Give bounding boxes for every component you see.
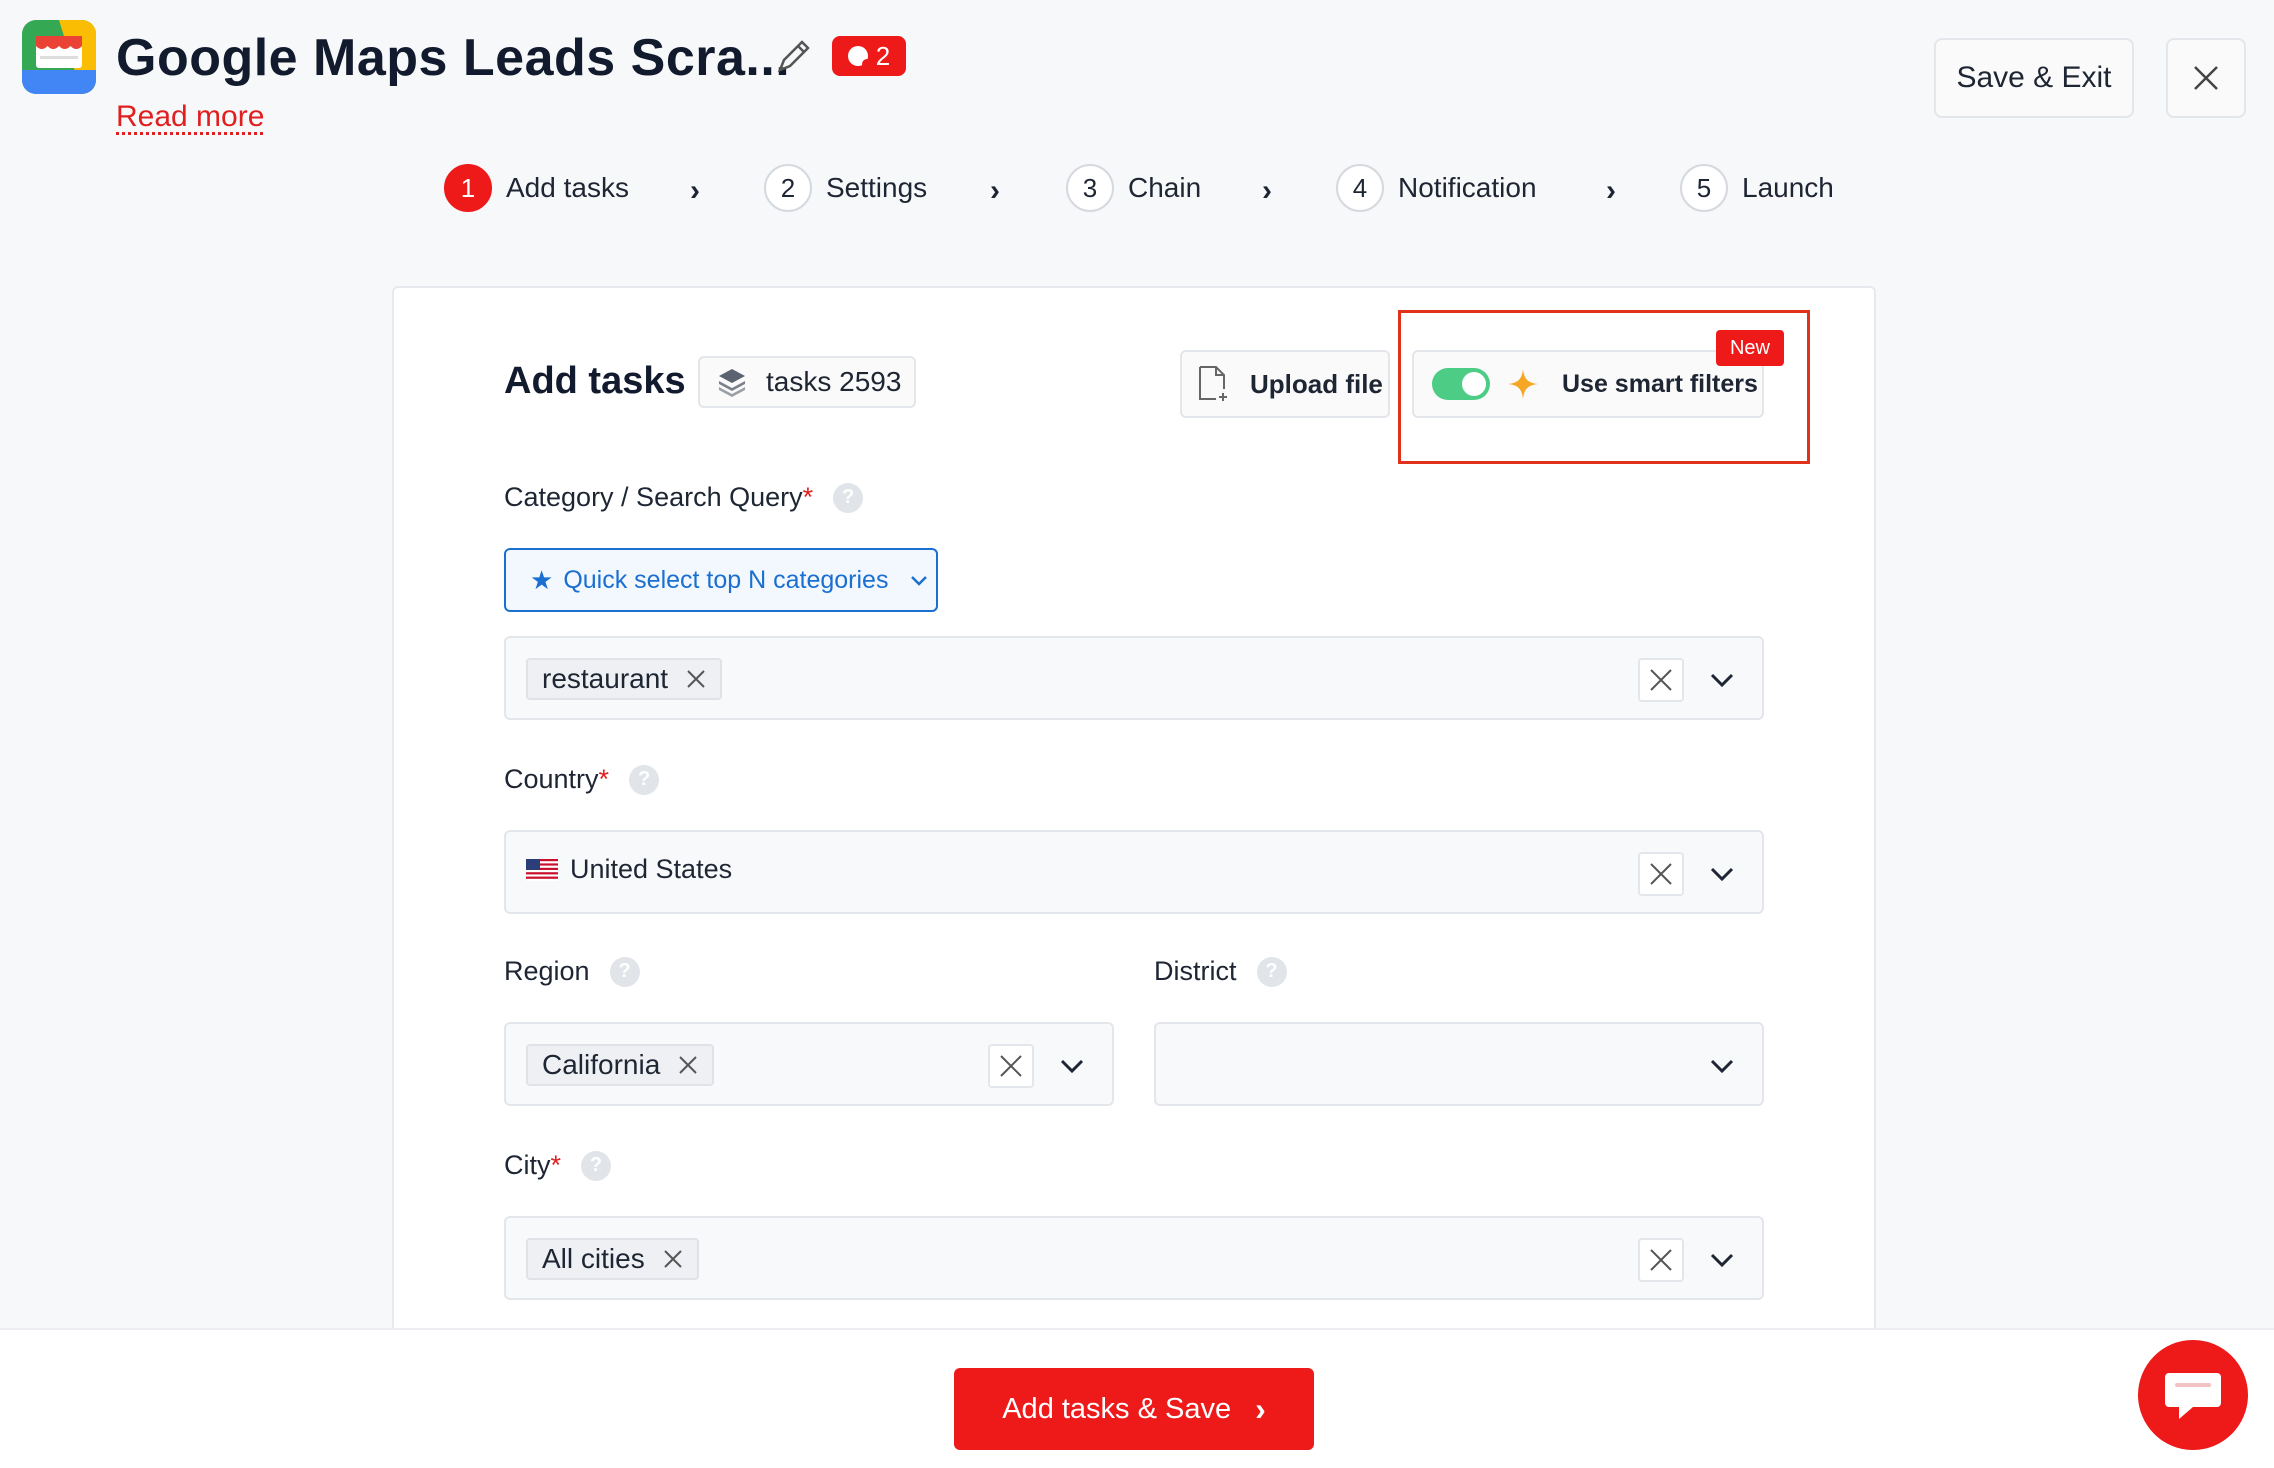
tasks-count: tasks 2593 <box>766 366 902 397</box>
chevron-right-icon: › <box>1262 174 1272 207</box>
step-label: Launch <box>1742 172 1834 203</box>
help-icon[interactable]: ? <box>1256 956 1287 987</box>
chevron-down-icon[interactable] <box>1706 664 1738 696</box>
section-title: Add tasks <box>504 360 686 402</box>
close-icon <box>1650 863 1672 885</box>
step-label: Chain <box>1128 172 1202 203</box>
step-label: Settings <box>826 172 928 203</box>
city-label-text: City <box>504 1150 551 1180</box>
step-notification[interactable]: 4 Notification <box>1336 164 1537 212</box>
step-number: 4 <box>1336 164 1384 212</box>
clear-button[interactable] <box>1638 658 1684 702</box>
save-exit-button[interactable]: Save & Exit <box>1934 38 2134 118</box>
district-label: District ? <box>1154 956 1287 987</box>
running-tasks-badge[interactable]: 2 <box>832 36 906 76</box>
step-chain[interactable]: 3 Chain <box>1066 164 1201 212</box>
step-number: 1 <box>444 164 492 212</box>
step-launch[interactable]: 5 Launch <box>1680 164 1834 212</box>
chevron-down-icon[interactable] <box>1056 1050 1088 1082</box>
country-value: United States <box>526 854 732 885</box>
country-label: Country* ? <box>504 764 660 795</box>
category-label: Category / Search Query* ? <box>504 482 864 513</box>
step-number: 2 <box>764 164 812 212</box>
close-button[interactable] <box>2166 38 2246 118</box>
chevron-down-icon <box>911 576 928 586</box>
category-label-text: Category / Search Query <box>504 482 803 512</box>
help-icon[interactable]: ? <box>581 1150 612 1181</box>
upload-file-button[interactable]: Upload file <box>1180 350 1390 418</box>
required-marker: * <box>598 764 610 794</box>
smart-filters-button[interactable]: Use smart filters <box>1412 350 1764 418</box>
region-label-text: Region <box>504 956 590 986</box>
help-icon[interactable]: ? <box>629 764 660 795</box>
read-more-link[interactable]: Read more <box>116 100 264 134</box>
star-icon: ★ <box>530 564 554 595</box>
step-number: 5 <box>1680 164 1728 212</box>
clear-button[interactable] <box>1638 852 1684 896</box>
quick-select-label: Quick select top N categories <box>563 565 889 594</box>
country-text: United States <box>570 854 733 884</box>
new-badge: New <box>1716 330 1784 366</box>
clear-button[interactable] <box>1638 1238 1684 1282</box>
upload-file-label: Upload file <box>1250 368 1383 399</box>
badge-count: 2 <box>875 40 891 71</box>
region-chip: California <box>526 1044 715 1086</box>
close-icon <box>1000 1055 1022 1077</box>
quick-select-categories-button[interactable]: ★ Quick select top N categories <box>504 548 938 612</box>
district-select[interactable] <box>1154 1022 1764 1106</box>
chevron-right-icon: › <box>690 174 700 207</box>
record-icon <box>847 46 872 69</box>
category-chip: restaurant <box>526 658 723 700</box>
close-icon[interactable] <box>678 1055 698 1075</box>
layers-icon <box>719 369 745 397</box>
help-icon[interactable]: ? <box>609 956 640 987</box>
chevron-down-icon[interactable] <box>1706 1244 1738 1276</box>
category-select[interactable]: restaurant <box>504 636 1764 720</box>
chat-icon <box>2165 1373 2221 1419</box>
city-chip: All cities <box>526 1238 699 1280</box>
page-title: Google Maps Leads Scra... <box>116 29 791 87</box>
add-tasks-save-label: Add tasks & Save <box>1002 1392 1232 1425</box>
close-icon <box>2194 66 2218 90</box>
help-icon[interactable]: ? <box>833 482 864 513</box>
region-label: Region ? <box>504 956 640 987</box>
country-label-text: Country <box>504 764 599 794</box>
chip-label: restaurant <box>542 663 669 694</box>
file-upload-icon <box>1199 366 1227 401</box>
close-icon[interactable] <box>686 669 706 689</box>
tasks-count-pill: tasks 2593 <box>698 356 916 408</box>
chip-label: All cities <box>542 1243 645 1274</box>
district-label-text: District <box>1154 956 1237 986</box>
add-tasks-save-button[interactable]: Add tasks & Save › <box>954 1368 1314 1450</box>
chevron-down-icon[interactable] <box>1706 1050 1738 1082</box>
chat-button[interactable] <box>2138 1340 2248 1450</box>
clear-button[interactable] <box>988 1044 1034 1088</box>
smart-filters-toggle[interactable] <box>1432 368 1490 400</box>
close-icon <box>1650 669 1672 691</box>
city-label: City* ? <box>504 1150 612 1181</box>
chevron-right-icon: › <box>1606 174 1616 207</box>
required-marker: * <box>550 1150 562 1180</box>
us-flag-icon <box>526 858 558 881</box>
step-number: 3 <box>1066 164 1114 212</box>
chevron-right-icon: › <box>1255 1390 1266 1427</box>
step-label: Add tasks <box>506 172 629 203</box>
required-marker: * <box>802 482 814 512</box>
sparkle-icon <box>1508 369 1538 399</box>
close-icon[interactable] <box>663 1249 683 1269</box>
country-select[interactable]: United States <box>504 830 1764 914</box>
city-select[interactable]: All cities <box>504 1216 1764 1300</box>
pencil-icon[interactable] <box>772 34 816 78</box>
close-icon <box>1650 1249 1672 1271</box>
region-select[interactable]: California <box>504 1022 1114 1106</box>
smart-filters-label: Use smart filters <box>1562 369 1758 398</box>
step-add-tasks[interactable]: 1 Add tasks <box>444 164 629 212</box>
chip-label: California <box>542 1049 661 1080</box>
chevron-right-icon: › <box>990 174 1000 207</box>
step-settings[interactable]: 2 Settings <box>764 164 927 212</box>
chevron-down-icon[interactable] <box>1706 858 1738 890</box>
step-label: Notification <box>1398 172 1537 203</box>
app-logo-icon <box>22 20 96 94</box>
